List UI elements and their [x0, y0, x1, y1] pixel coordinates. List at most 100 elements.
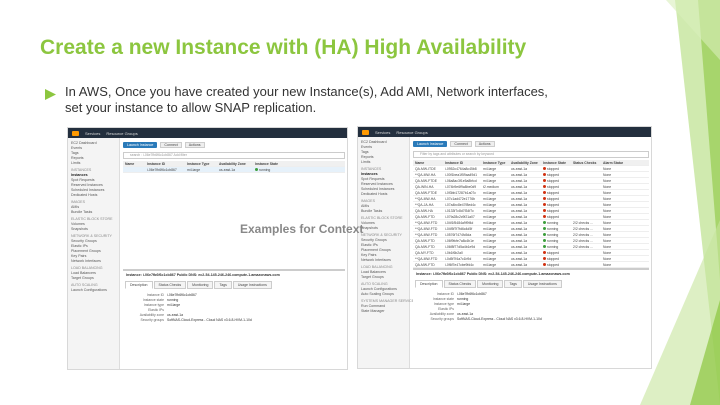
aws-logo-icon: [362, 129, 369, 135]
table-cell: us-east-1a: [509, 191, 541, 195]
table-cell: running: [541, 233, 571, 237]
table-cell: stopped: [541, 179, 571, 183]
table-cell: m4.large: [481, 191, 509, 195]
table-cell: None: [601, 173, 623, 177]
column-header[interactable]: Alarm Status: [601, 161, 623, 165]
table-cell: 2/2 checks ...: [571, 221, 601, 225]
detail-tab[interactable]: Usage Instructions: [232, 281, 272, 289]
column-header[interactable]: Status Checks: [571, 161, 601, 165]
detail-tab[interactable]: Usage Instructions: [522, 280, 562, 288]
table-cell: t2.medium: [481, 185, 509, 189]
sidebar-item[interactable]: State Manager: [361, 309, 406, 314]
table-cell: QA-MW-HA: [413, 209, 443, 213]
table-cell: us-east-1a: [509, 197, 541, 201]
column-header[interactable]: Instance Type: [185, 162, 217, 166]
table-cell: m4.large: [481, 167, 509, 171]
cell-text: stopped: [547, 178, 560, 183]
detail-tab[interactable]: Description: [415, 280, 443, 288]
sidebar-item[interactable]: Network Interfaces: [361, 258, 406, 263]
column-header[interactable]: Availability Zone: [509, 161, 541, 165]
column-header[interactable]: Name: [123, 162, 145, 166]
sidebar-item[interactable]: Auto Scaling Groups: [361, 292, 406, 297]
column-header[interactable]: Instance ID: [145, 162, 185, 166]
sidebar-item[interactable]: Bundle Tasks: [71, 210, 116, 215]
sidebar-item[interactable]: Dedicated Hosts: [361, 192, 406, 197]
cell-text: stopped: [547, 172, 560, 177]
table-cell: QA-MW-FTD: [413, 239, 443, 243]
sidebar-item[interactable]: Bundle Tasks: [361, 209, 406, 214]
detail-tab[interactable]: Status Checks: [443, 280, 477, 288]
column-header[interactable]: Availability Zone: [217, 162, 253, 166]
table-cell: None: [601, 197, 623, 201]
toolbar: Launch Instance Connect Actions: [413, 139, 649, 148]
detail-tab[interactable]: Monitoring: [187, 281, 214, 289]
connect-button[interactable]: Connect: [160, 141, 182, 148]
cell-text: m4.large: [483, 214, 497, 219]
column-header[interactable]: Instance State: [253, 162, 293, 166]
status-dot-icon: [543, 215, 546, 219]
actions-button[interactable]: Actions: [184, 141, 205, 148]
cell-text: i-07fa28c2c9f21a07: [445, 214, 475, 219]
status-dot-icon: [543, 251, 546, 255]
cell-text: m4.large: [483, 238, 497, 243]
table-cell: None: [601, 227, 623, 231]
status-dot-icon: [543, 197, 546, 201]
actions-button[interactable]: Actions: [474, 140, 495, 147]
instances-main: Launch Instance Connect Actions search :…: [123, 140, 345, 367]
sidebar-item[interactable]: Snapshots: [71, 227, 116, 232]
table-cell: **QA-MW-HA: [413, 197, 443, 201]
sidebar-item[interactable]: Target Groups: [71, 276, 116, 281]
launch-instance-button[interactable]: Launch Instance: [123, 141, 158, 148]
table-cell: QA-MW-ITDE: [413, 167, 443, 171]
cell-text: None: [603, 220, 612, 225]
cell-text: None: [603, 172, 612, 177]
sidebar-item[interactable]: Limits: [71, 161, 116, 166]
sidebar-item[interactable]: Network Interfaces: [71, 259, 116, 264]
sidebar-item[interactable]: Target Groups: [361, 275, 406, 280]
cell-text: None: [603, 214, 612, 219]
table-cell: None: [601, 209, 623, 213]
detail-tab[interactable]: Tags: [214, 281, 232, 289]
detail-tab[interactable]: Status Checks: [153, 281, 187, 289]
table-cell: m4.large: [481, 233, 509, 237]
table-cell: m4.large: [481, 239, 509, 243]
detail-value: SoftNAS-Cloud-Express - Cloud NAS v3.6.8…: [457, 317, 542, 321]
detail-tab[interactable]: Description: [125, 281, 153, 289]
cell-text: us-east-1a: [511, 244, 528, 249]
sidebar-item[interactable]: Dedicated Hosts: [71, 193, 116, 198]
cell-text: us-east-1a: [511, 232, 528, 237]
status-dot-icon: [543, 173, 546, 177]
table-cell: i-0f6f7e47cbe9fd4c: [443, 263, 481, 267]
detail-tab[interactable]: Monitoring: [477, 280, 504, 288]
table-cell: us-east-1a: [509, 233, 541, 237]
table-cell: i-06f9fcfe7a8c4b1e: [443, 239, 481, 243]
table-cell: us-east-1a: [509, 209, 541, 213]
cell-text: us-east-1a: [511, 214, 528, 219]
table-cell: QA-MW-FTD: [413, 215, 443, 219]
cell-text: None: [603, 190, 612, 195]
cell-text: m4.large: [483, 256, 497, 261]
resource-groups-menu[interactable]: Resource Groups: [396, 130, 427, 135]
status-dot-icon: [543, 191, 546, 195]
services-menu[interactable]: Services: [375, 130, 390, 135]
column-header[interactable]: Name: [413, 161, 443, 165]
resource-groups-menu[interactable]: Resource Groups: [106, 131, 137, 136]
services-menu[interactable]: Services: [85, 131, 100, 136]
cell-text: None: [603, 208, 612, 213]
launch-instance-button[interactable]: Launch Instance: [413, 140, 448, 147]
detail-tab[interactable]: Tags: [504, 280, 522, 288]
sidebar-item[interactable]: Snapshots: [361, 226, 406, 231]
table-row[interactable]: i-06e7fb6f6c1cb867 m4.large us-east-1a runn…: [123, 167, 345, 173]
sidebar-item[interactable]: Launch Configurations: [71, 288, 116, 293]
column-header[interactable]: Instance State: [541, 161, 571, 165]
table-cell: running: [541, 239, 571, 243]
search-input[interactable]: Filter by tags and attributes or search …: [413, 151, 649, 158]
table-cell: i-07a4bc8e47f8ed4c: [443, 203, 481, 207]
search-input[interactable]: search : i-06e7fb6f6c1cb867 Add filter: [123, 152, 345, 159]
sidebar-item[interactable]: Limits: [361, 160, 406, 165]
column-header[interactable]: Instance ID: [443, 161, 481, 165]
connect-button[interactable]: Connect: [450, 140, 472, 147]
table-cell: m4.large: [481, 257, 509, 261]
column-header[interactable]: Instance Type: [481, 161, 509, 165]
aws-logo-icon: [72, 130, 79, 136]
